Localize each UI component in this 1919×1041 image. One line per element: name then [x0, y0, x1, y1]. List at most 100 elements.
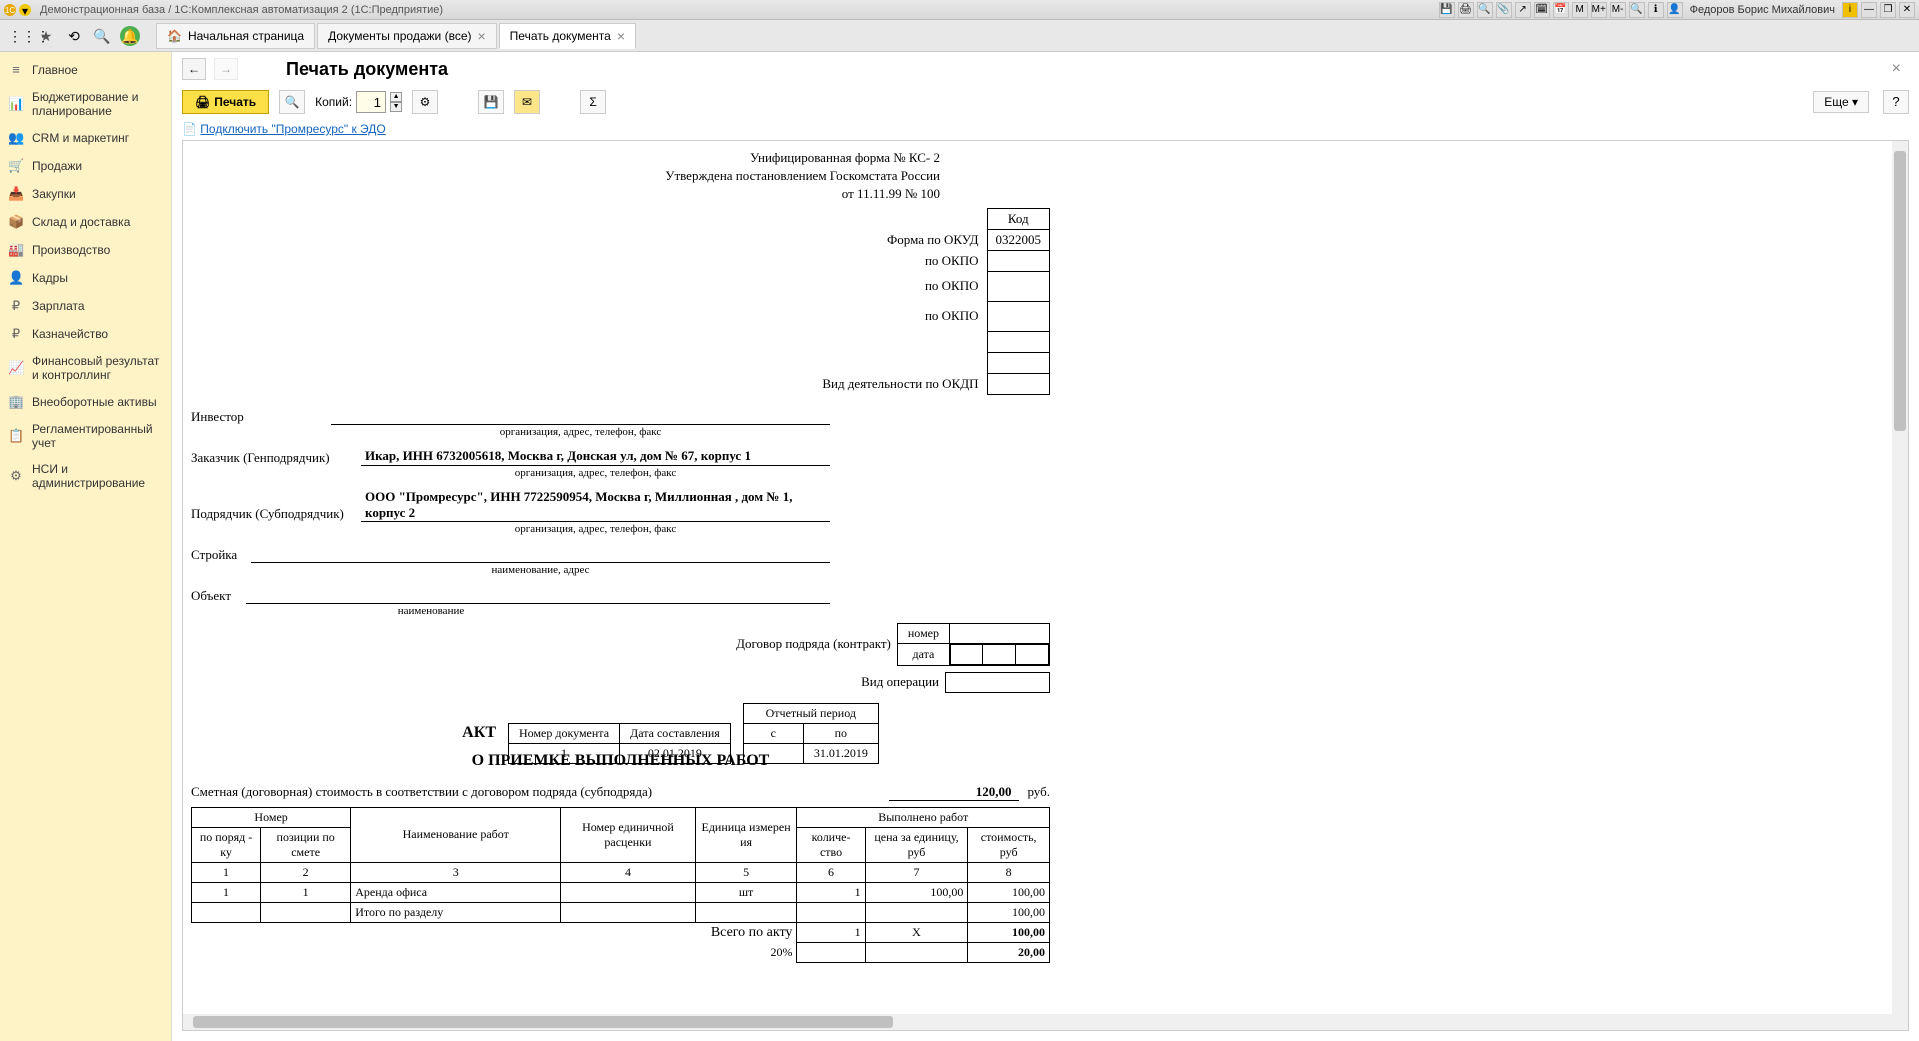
sidebar-item-treasury[interactable]: ₽Казначейство [0, 320, 171, 348]
sidebar-item-label: Закупки [32, 187, 76, 201]
settings-button[interactable]: ⚙ [412, 90, 438, 114]
print-button-label: Печать [214, 95, 256, 109]
col-2: 2 [261, 862, 351, 882]
subtotal-row: Итого по разделу 100,00 [192, 902, 1050, 922]
info2-icon[interactable]: i [1842, 2, 1858, 18]
sidebar-item-main[interactable]: ≡Главное [0, 56, 171, 84]
zoom-icon[interactable]: 🔍 [1629, 2, 1645, 18]
form-header-line2: Утверждена постановлением Госкомстата Ро… [191, 167, 940, 185]
sidebar-item-label: Склад и доставка [32, 215, 130, 229]
row-cost: 100,00 [968, 882, 1050, 902]
info-icon[interactable]: ℹ [1648, 2, 1664, 18]
sidebar-item-hr[interactable]: 👤Кадры [0, 264, 171, 292]
app-icon: 1С [4, 4, 16, 16]
search-icon[interactable]: 🔍 [92, 26, 112, 46]
sidebar-item-assets[interactable]: 🏢Внеоборотные активы [0, 388, 171, 416]
cart-icon: 🛒 [8, 158, 24, 174]
history-icon[interactable]: ⟲ [64, 26, 84, 46]
nav-forward-button[interactable]: → [214, 58, 238, 80]
save-icon[interactable]: 💾 [1439, 2, 1455, 18]
maximize-icon[interactable]: ❐ [1880, 2, 1896, 18]
home-icon: 🏠 [167, 29, 182, 43]
clip-icon[interactable]: 📎 [1496, 2, 1512, 18]
form-header-line3: от 11.11.99 № 100 [191, 185, 940, 203]
nav-back-button[interactable]: ← [182, 58, 206, 80]
copies-input[interactable] [356, 91, 386, 113]
tab-print-document[interactable]: Печать документа × [499, 23, 636, 49]
row-n: 1 [192, 882, 261, 902]
stroika-hint: наименование, адрес [251, 564, 830, 576]
cost-unit: руб. [1027, 784, 1050, 800]
minimize-icon[interactable]: — [1861, 2, 1877, 18]
print-icon[interactable]: 🖨 [1458, 2, 1474, 18]
sidebar-item-budget[interactable]: 📊Бюджетирование и планирование [0, 84, 171, 124]
ruble-icon: ₽ [8, 298, 24, 314]
document-viewport[interactable]: Унифицированная форма № КС- 2 Утверждена… [182, 140, 1909, 1031]
sum-button[interactable]: Σ [580, 90, 606, 114]
email-button[interactable]: ✉ [514, 90, 540, 114]
sidebar-item-crm[interactable]: 👥CRM и маркетинг [0, 124, 171, 152]
act-title-1: АКТ [462, 724, 496, 742]
th-unit: Единица измерен ия [695, 807, 797, 862]
col-1: 1 [192, 862, 261, 882]
close-page-icon[interactable]: × [1884, 60, 1909, 78]
operation-value [946, 672, 1050, 692]
sidebar-item-finance[interactable]: 📈Финансовый результат и контроллинг [0, 348, 171, 388]
arrow-icon[interactable]: ↗ [1515, 2, 1531, 18]
sidebar-item-sales[interactable]: 🛒Продажи [0, 152, 171, 180]
vertical-scrollbar[interactable] [1892, 141, 1908, 1030]
vat-row: 20% 20,00 [192, 943, 1050, 963]
th-price: цена за единицу, руб [865, 827, 968, 862]
save-button[interactable]: 💾 [478, 90, 504, 114]
okdp-value [987, 373, 1050, 394]
user-name[interactable]: Федоров Борис Михайлович [1686, 4, 1839, 16]
m-icon[interactable]: M [1572, 2, 1588, 18]
sidebar-item-label: Зарплата [32, 299, 85, 313]
contract-number [950, 623, 1050, 643]
star-icon[interactable]: ★ [36, 26, 56, 46]
sidebar-item-label: Главное [32, 63, 78, 77]
spinner-down[interactable]: ▼ [390, 102, 402, 112]
apps-icon[interactable]: ⋮⋮⋮ [8, 26, 28, 46]
spinner-up[interactable]: ▲ [390, 92, 402, 102]
preview-button[interactable]: 🔍 [279, 90, 305, 114]
dropdown-icon[interactable]: ▾ [19, 4, 31, 16]
sidebar-item-purchases[interactable]: 📥Закупки [0, 180, 171, 208]
help-button[interactable]: ? [1883, 90, 1909, 114]
object-hint: наименование [246, 605, 616, 617]
stroika-code [987, 331, 1050, 352]
total-qty: 1 [797, 922, 865, 943]
tab-home[interactable]: 🏠 Начальная страница [156, 23, 315, 49]
th-qty: количе- ство [797, 827, 865, 862]
close-icon[interactable]: × [477, 28, 485, 44]
close-icon[interactable]: × [617, 28, 625, 44]
period-from-label: с [743, 723, 803, 743]
code-table: Код Форма по ОКУД0322005 по ОКПО по ОКПО… [814, 208, 1050, 395]
print-button[interactable]: 🖨 Печать [182, 90, 269, 114]
page-title: Печать документа [286, 59, 448, 80]
tab-documents[interactable]: Документы продажи (все) × [317, 23, 497, 49]
calc-icon[interactable]: 🗓 [1534, 2, 1550, 18]
close-window-icon[interactable]: ✕ [1899, 2, 1915, 18]
operation-label: Вид операции [861, 674, 939, 690]
sidebar-item-warehouse[interactable]: 📦Склад и доставка [0, 208, 171, 236]
preview-icon[interactable]: 🔍 [1477, 2, 1493, 18]
customer-value: Икар, ИНН 6732005618, Москва г, Донская … [361, 448, 830, 466]
form-header-line1: Унифицированная форма № КС- 2 [191, 149, 940, 167]
total-x: X [865, 922, 968, 943]
bell-icon[interactable]: 🔔 [120, 26, 140, 46]
scrollbar-thumb[interactable] [193, 1016, 893, 1028]
horizontal-scrollbar[interactable] [183, 1014, 1892, 1030]
calendar-icon[interactable]: 📅 [1553, 2, 1569, 18]
vat-label: 20% [192, 943, 797, 963]
sidebar-item-admin[interactable]: ⚙НСИ и администрирование [0, 456, 171, 496]
sidebar-item-salary[interactable]: ₽ Зарплата [0, 292, 171, 320]
scrollbar-thumb[interactable] [1894, 151, 1906, 431]
more-button[interactable]: Еще ▾ [1813, 91, 1869, 113]
sidebar-item-regulated[interactable]: 📋Регламентированный учет [0, 416, 171, 456]
row-unit: шт [695, 882, 797, 902]
sidebar-item-production[interactable]: 🏭Производство [0, 236, 171, 264]
edo-link[interactable]: Подключить "Промресурс" к ЭДО [200, 122, 385, 136]
m-minus-icon[interactable]: M- [1610, 2, 1626, 18]
m-plus-icon[interactable]: M+ [1591, 2, 1607, 18]
